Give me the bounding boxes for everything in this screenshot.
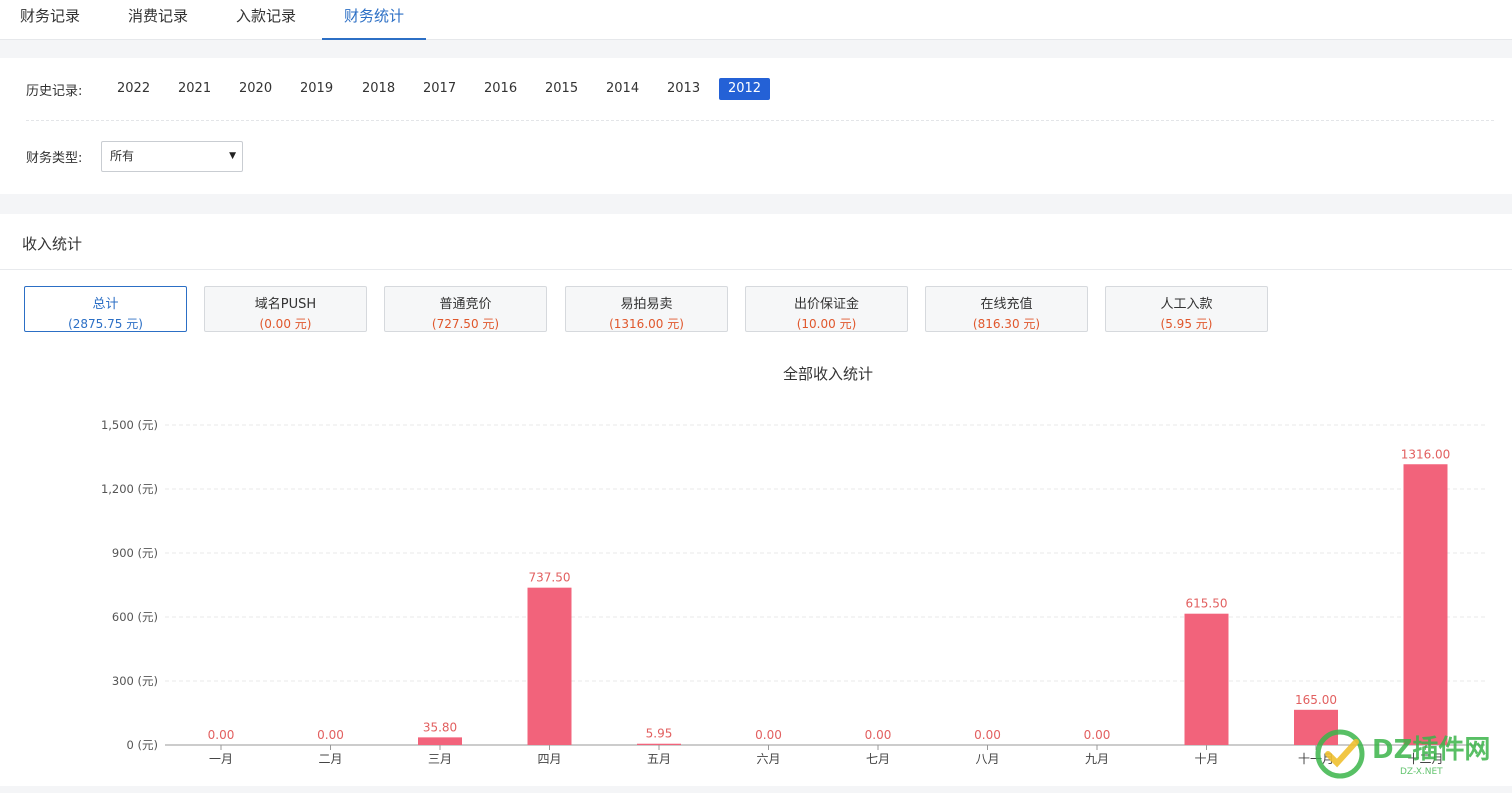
bar [1403, 464, 1448, 745]
x-tick-label: 一月 [209, 752, 233, 766]
caret-down-icon: ▼ [229, 151, 236, 161]
data-label: 0.00 [755, 728, 782, 742]
watermark-text: DZ插件网 [1372, 735, 1490, 765]
bar [418, 737, 462, 745]
data-label: 1316.00 [1401, 447, 1451, 461]
data-label: 615.50 [1186, 597, 1228, 611]
data-label: 35.80 [423, 720, 457, 734]
x-tick-label: 十月 [1194, 752, 1218, 766]
data-label: 0.00 [208, 728, 235, 742]
year-2018[interactable]: 2018 [356, 78, 401, 100]
year-2021[interactable]: 2021 [172, 78, 217, 100]
x-tick-label: 八月 [975, 752, 999, 766]
filter-panel: 历史记录: 2022 2021 2020 2019 2018 2017 2016… [0, 58, 1512, 194]
data-label: 0.00 [974, 728, 1001, 742]
year-2013[interactable]: 2013 [661, 78, 706, 100]
y-tick-label: 1,200 (元) [101, 482, 158, 496]
x-tick-label: 二月 [318, 752, 342, 766]
x-tick-label: 九月 [1085, 752, 1109, 766]
year-2012-selected[interactable]: 2012 [719, 78, 770, 100]
x-tick-label: 四月 [537, 752, 561, 766]
tab-deposit-records[interactable]: 入款记录 [232, 0, 300, 40]
finance-type-label: 财务类型: [26, 151, 83, 166]
divider [26, 120, 1494, 121]
data-label: 165.00 [1295, 693, 1337, 707]
tab-finance-records[interactable]: 财务记录 [16, 0, 84, 40]
y-tick-label: 0 (元) [127, 738, 158, 752]
bar [637, 743, 681, 745]
chart-title: 全部收入统计 [783, 365, 873, 383]
x-tick-label: 七月 [866, 752, 890, 766]
year-2016[interactable]: 2016 [478, 78, 523, 100]
x-tick-label: 三月 [428, 752, 452, 766]
year-2019[interactable]: 2019 [294, 78, 339, 100]
y-tick-label: 1,500 (元) [101, 418, 158, 432]
income-panel: 收入统计 总计 (2875.75 元) 域名PUSH (0.00 元) 普通竞价… [0, 214, 1512, 786]
data-label: 0.00 [1084, 728, 1111, 742]
year-2015[interactable]: 2015 [539, 78, 584, 100]
tab-finance-statistics[interactable]: 财务统计 [322, 0, 426, 40]
dz-watermark-logo: DZ插件网 DZ-X.NET [1315, 729, 1490, 779]
finance-type-select[interactable]: 所有 ▼ [101, 141, 243, 172]
watermark-subtext: DZ-X.NET [1400, 767, 1443, 777]
bar [527, 587, 572, 745]
data-label: 0.00 [865, 728, 892, 742]
y-tick-label: 300 (元) [112, 674, 158, 688]
income-bar-chart: 全部收入统计 0.00 0.00 35.80 737.50 5.95 0.00 0.00 0.… [101, 365, 1485, 766]
data-label: 737.50 [529, 571, 571, 585]
y-tick-label: 900 (元) [112, 546, 158, 560]
finance-type-value: 所有 [110, 149, 135, 163]
top-tab-bar: 财务记录 消费记录 入款记录 财务统计 [0, 0, 1512, 40]
tab-consumption-records[interactable]: 消费记录 [124, 0, 192, 40]
year-2014[interactable]: 2014 [600, 78, 645, 100]
data-label: 0.00 [317, 728, 344, 742]
year-2017[interactable]: 2017 [417, 78, 462, 100]
data-label: 5.95 [646, 727, 673, 741]
bar [1184, 613, 1229, 745]
year-2022[interactable]: 2022 [111, 78, 156, 100]
x-tick-label: 五月 [647, 752, 671, 766]
year-2020[interactable]: 2020 [233, 78, 278, 100]
history-label: 历史记录: [26, 84, 83, 99]
x-tick-label: 六月 [756, 752, 780, 766]
y-tick-label: 600 (元) [112, 610, 158, 624]
